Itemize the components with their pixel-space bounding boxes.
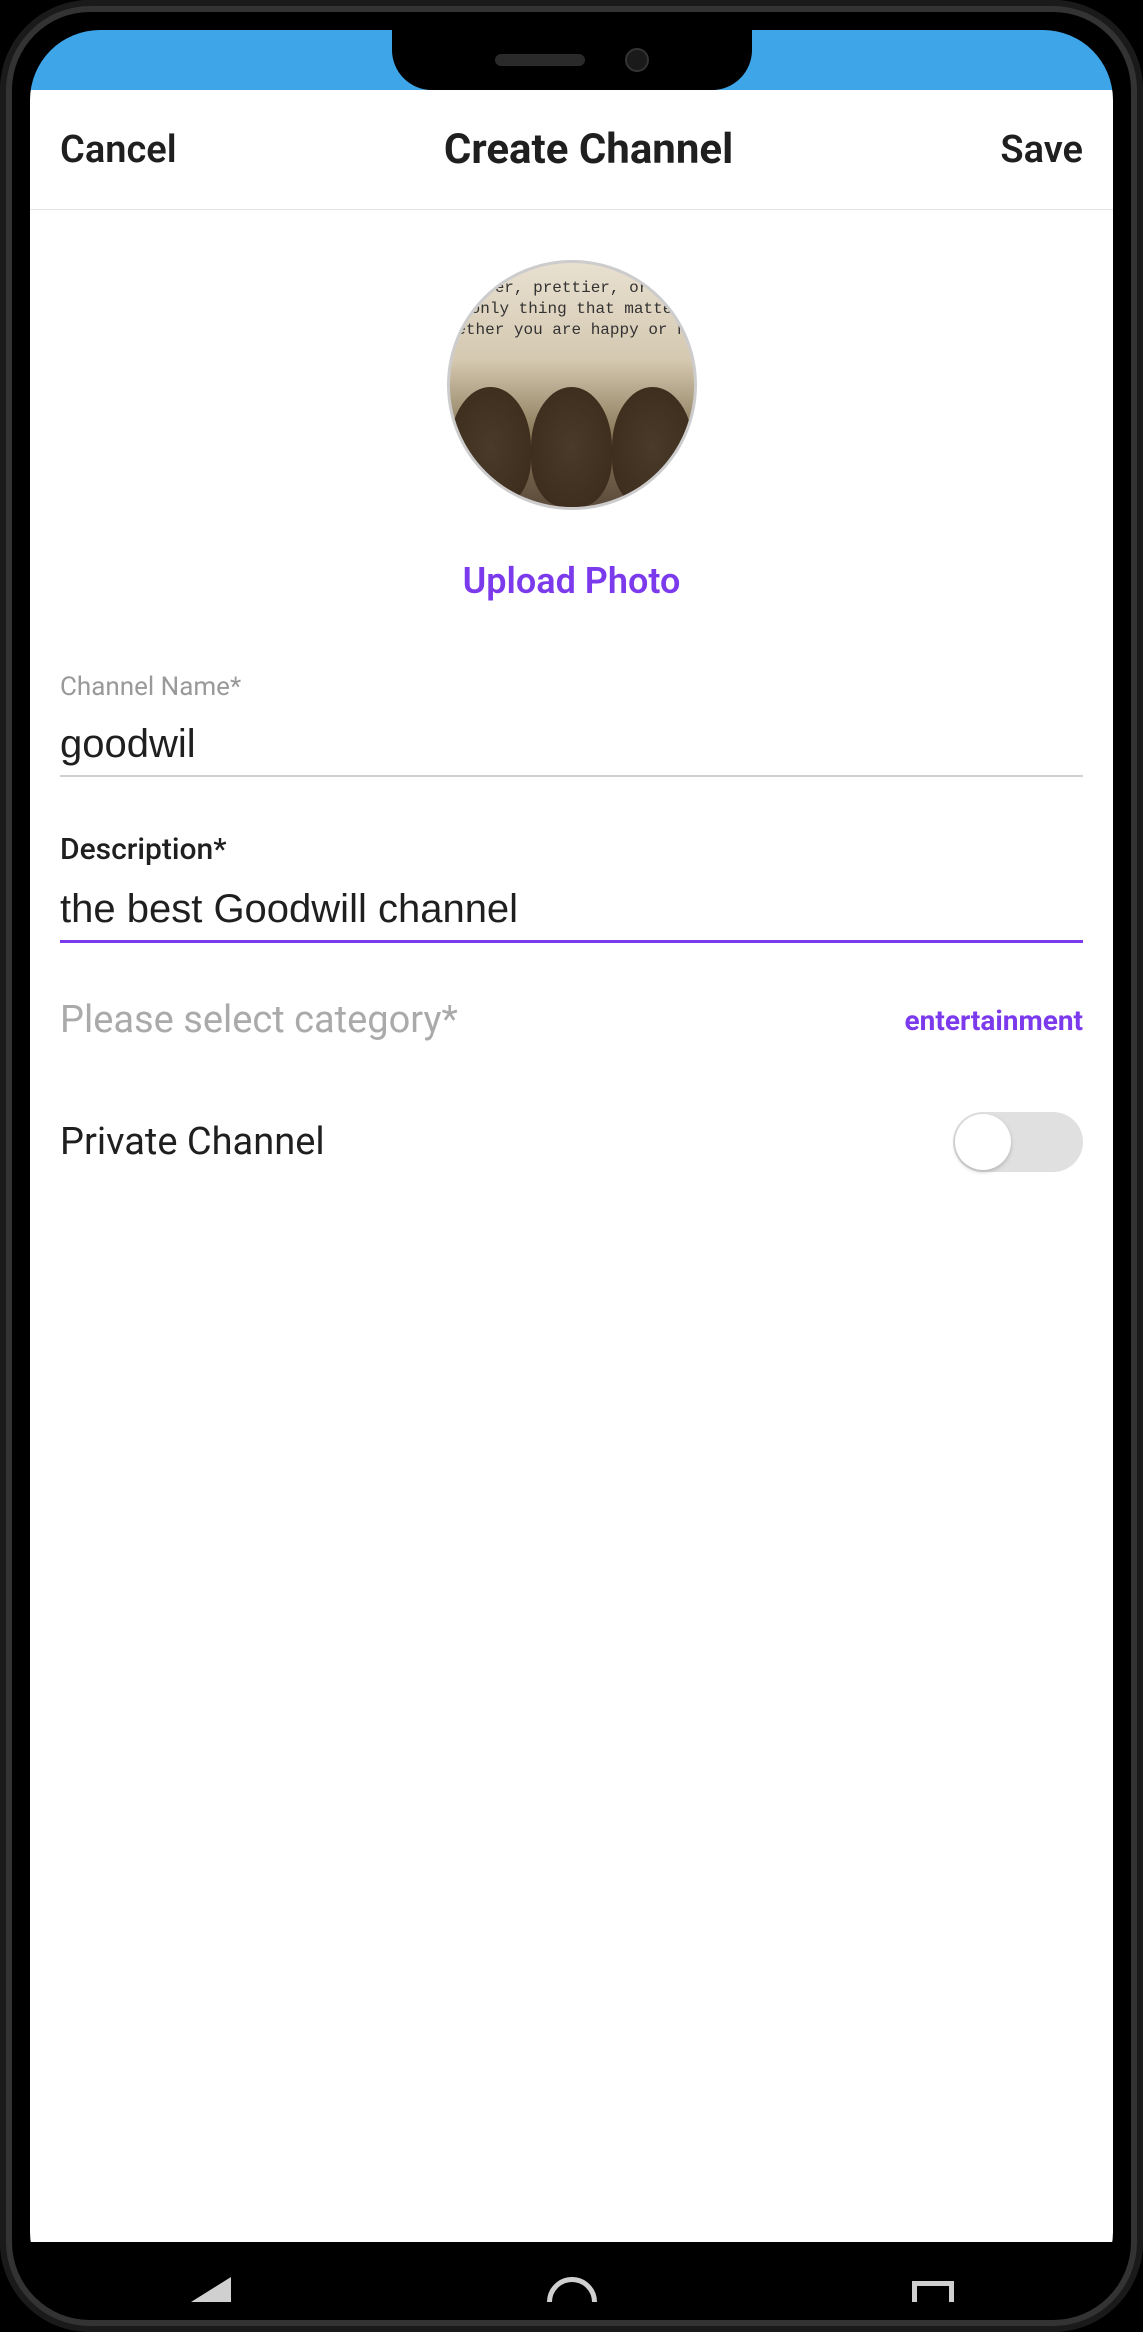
category-row[interactable]: Please select category* entertainment [60,998,1083,1042]
toggle-knob [955,1114,1011,1170]
description-group: Description* [60,832,1083,943]
speaker-grille [495,54,585,66]
app-screen: Cancel Create Channel Save er, prettier,… [30,90,1113,2242]
description-label: Description* [60,832,1083,867]
avatar-image-text: er, prettier, or only thing that matte e… [456,263,686,340]
home-button[interactable] [547,2277,597,2302]
photo-section: er, prettier, or only thing that matte e… [60,260,1083,602]
channel-name-label: Channel Name* [60,672,1083,702]
recents-button[interactable] [908,2277,958,2302]
home-icon [547,2277,597,2302]
category-value: entertainment [905,1004,1083,1037]
phone-frame: Cancel Create Channel Save er, prettier,… [0,0,1143,2332]
android-nav-bar [30,2242,1113,2302]
channel-avatar[interactable]: er, prettier, or only thing that matte e… [447,260,697,510]
form-content: er, prettier, or only thing that matte e… [30,210,1113,2242]
private-channel-toggle[interactable] [953,1112,1083,1172]
upload-photo-link[interactable]: Upload Photo [463,560,681,602]
header-bar: Cancel Create Channel Save [30,90,1113,210]
cancel-button[interactable]: Cancel [60,128,177,172]
recents-icon [912,2281,954,2302]
avatar-image-faces [450,387,694,507]
channel-name-group: Channel Name* [60,672,1083,777]
phone-screen-container: Cancel Create Channel Save er, prettier,… [30,30,1113,2302]
phone-notch [392,30,752,90]
front-camera [625,48,649,72]
private-channel-label: Private Channel [60,1120,325,1164]
page-title: Create Channel [444,125,733,174]
description-input[interactable] [60,879,1083,943]
save-button[interactable]: Save [1000,128,1083,172]
private-channel-row: Private Channel [60,1112,1083,1172]
category-label: Please select category* [60,998,458,1042]
back-button[interactable] [186,2277,236,2302]
back-icon [191,2277,231,2302]
channel-name-input[interactable] [60,714,1083,777]
